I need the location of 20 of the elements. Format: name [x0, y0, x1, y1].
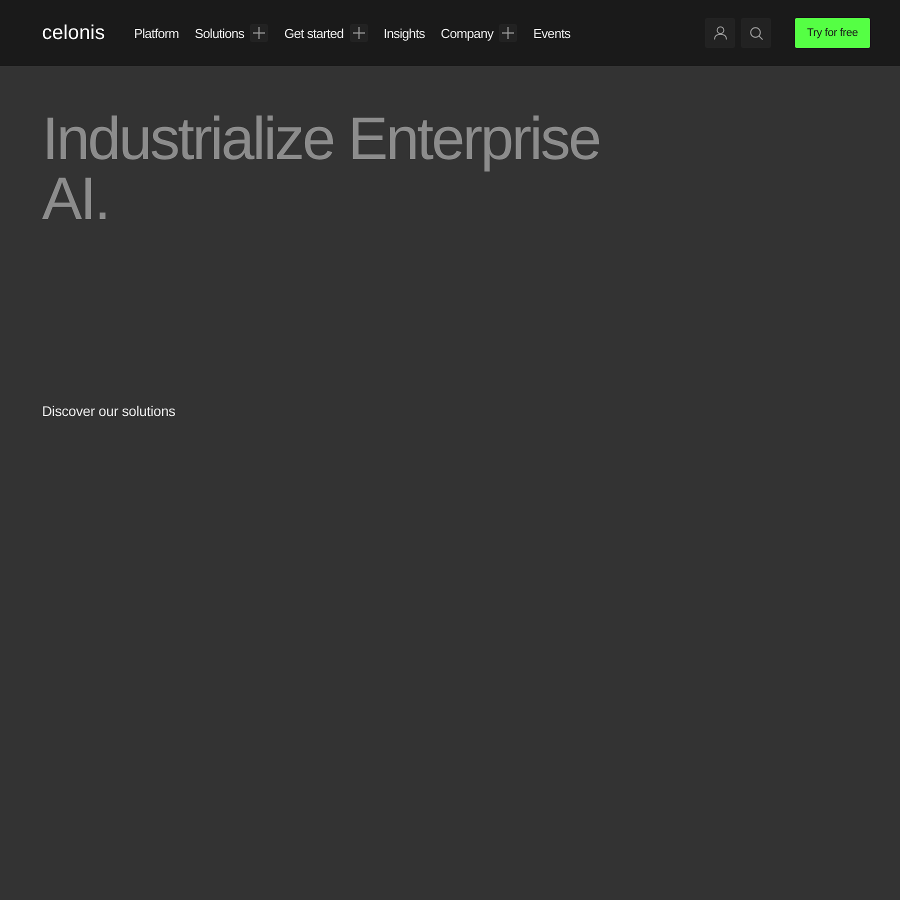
hero-heading: Industrialize Enterprise AI.: [42, 109, 600, 229]
search-button[interactable]: [741, 18, 771, 48]
discover-link[interactable]: Discover our solutions: [42, 403, 176, 419]
nav-link[interactable]: Insights: [384, 26, 425, 40]
logo[interactable]: celonis: [42, 23, 105, 43]
person-icon: [714, 26, 726, 40]
expand-button[interactable]: [350, 24, 368, 42]
search-icon: [750, 26, 762, 40]
nav-link[interactable]: Events: [533, 26, 570, 40]
nav-link[interactable]: Company: [440, 26, 494, 40]
account-button[interactable]: [705, 18, 735, 48]
expand-button[interactable]: [499, 24, 518, 42]
plus-icon: [352, 27, 365, 39]
plus-icon: [502, 27, 514, 39]
nav-link[interactable]: Solutions: [194, 26, 244, 40]
expand-button[interactable]: [250, 24, 268, 42]
nav-link[interactable]: Platform: [134, 26, 179, 40]
try-free-button[interactable]: Try for free: [795, 18, 870, 48]
nav-link[interactable]: Get started: [284, 26, 344, 40]
plus-icon: [253, 27, 266, 39]
